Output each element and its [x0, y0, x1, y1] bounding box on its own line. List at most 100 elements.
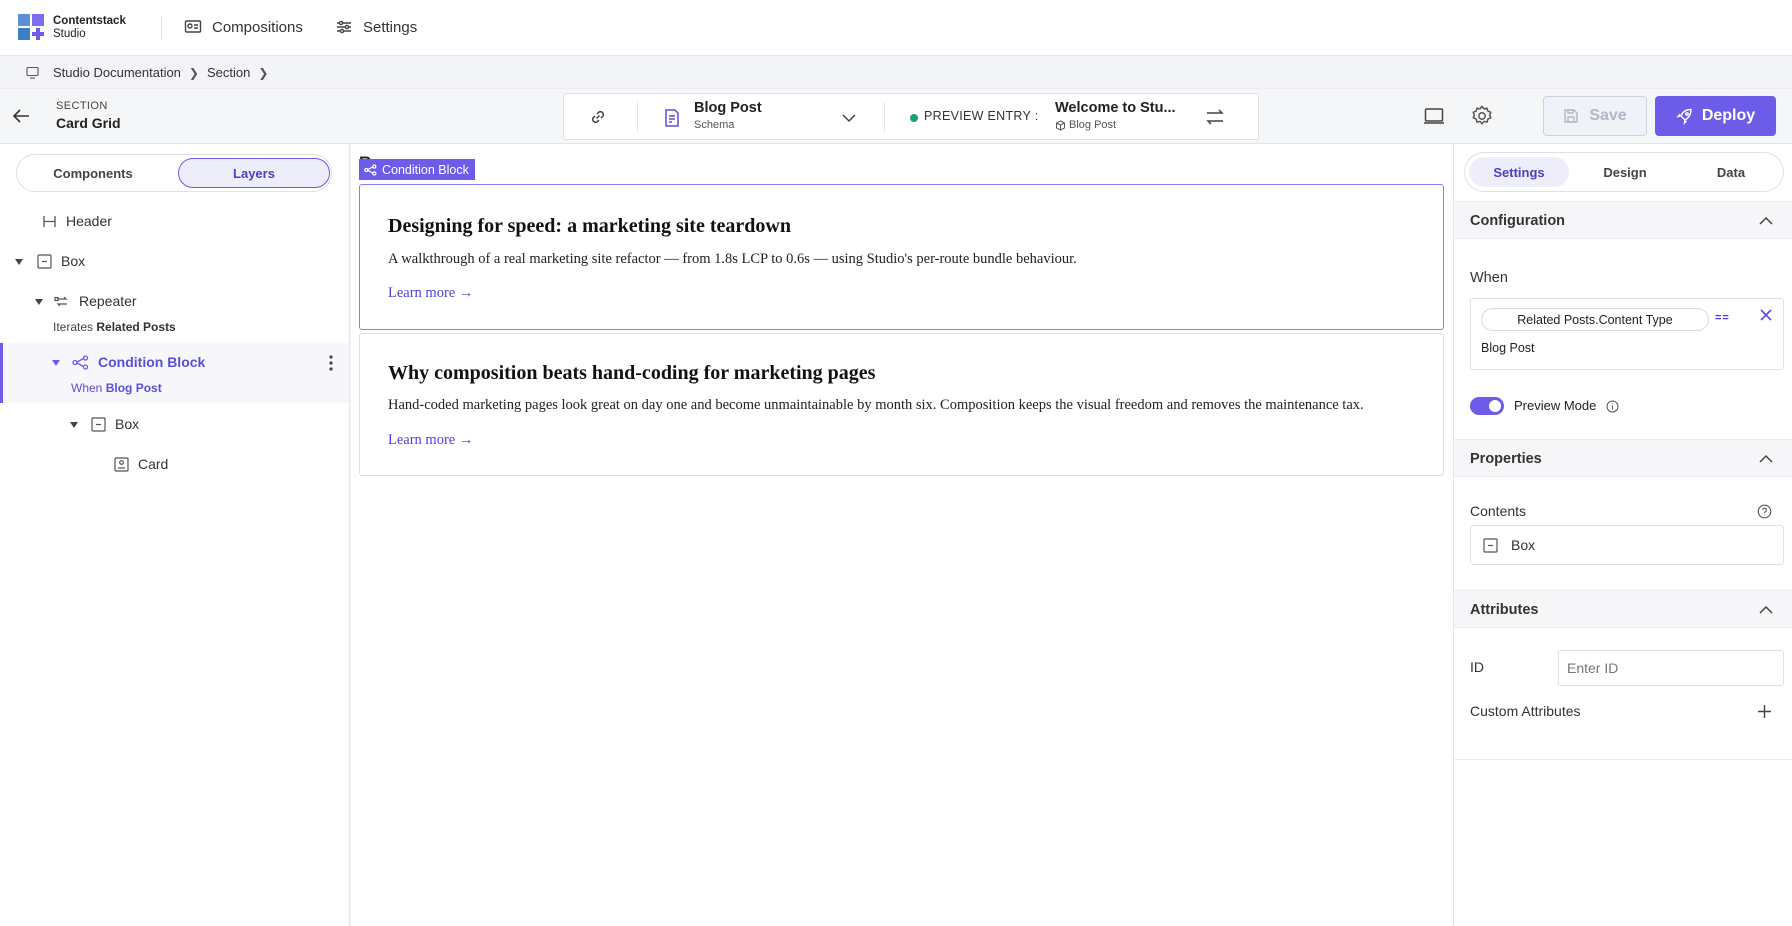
blog-card[interactable]: Designing for speed: a marketing site te… — [359, 184, 1444, 330]
nav-compositions[interactable]: Compositions — [184, 18, 303, 36]
tab-settings[interactable]: Settings — [1469, 157, 1569, 187]
chevron-right-icon: ❯ — [188, 65, 199, 80]
chevron-up-icon[interactable] — [1759, 454, 1773, 464]
divider — [637, 102, 638, 132]
breadcrumb-bar: Studio Documentation ❯ Section ❯ — [0, 56, 1792, 89]
breadcrumb: Studio Documentation ❯ Section ❯ — [26, 65, 268, 80]
tree-item-box[interactable]: Box — [37, 253, 85, 269]
swap-icon[interactable] — [1204, 106, 1226, 128]
card-body: A walkthrough of a real marketing site r… — [388, 251, 1077, 267]
expand-caret-icon[interactable] — [15, 259, 23, 265]
nav-label: Compositions — [212, 18, 303, 36]
condition-value[interactable]: Blog Post — [1481, 341, 1535, 355]
schema-icon — [665, 109, 679, 127]
breadcrumb-item[interactable]: Section — [207, 65, 250, 80]
contents-label: Contents — [1470, 503, 1527, 519]
condition-field[interactable]: Related Posts.Content Type — [1481, 308, 1709, 331]
tree-item-condition-block[interactable]: Condition Block — [72, 354, 205, 370]
preview-entry-title[interactable]: Welcome to Stu... — [1055, 100, 1176, 116]
expand-caret-icon[interactable] — [52, 360, 60, 366]
desktop-preview-icon[interactable] — [1423, 105, 1445, 127]
blog-card[interactable]: Why composition beats hand-coding for ma… — [359, 333, 1444, 476]
info-icon[interactable] — [1606, 400, 1619, 413]
id-input[interactable] — [1558, 650, 1784, 686]
link-icon[interactable] — [588, 107, 608, 127]
plus-icon[interactable] — [1757, 704, 1772, 719]
settings-panel: Settings Design Data Configuration When … — [1453, 144, 1792, 926]
chevron-up-icon[interactable] — [1759, 605, 1773, 615]
more-options-icon[interactable] — [326, 353, 336, 373]
divider — [884, 102, 885, 132]
preview-entry-label: PREVIEW ENTRY : — [924, 109, 1039, 123]
expand-caret-icon[interactable] — [70, 422, 78, 428]
repeater-subtitle: Iterates Related Posts — [53, 320, 176, 334]
card-body: Hand-coded marketing pages look great on… — [388, 397, 1364, 413]
nav-label: Settings — [363, 18, 418, 36]
sliders-icon — [337, 20, 351, 34]
tree-item-header[interactable]: Header — [42, 213, 112, 229]
schema-title[interactable]: Blog Post — [694, 100, 762, 116]
schema-preview-bar: Blog Post Schema PREVIEW ENTRY : Welcome… — [563, 93, 1259, 140]
deploy-button[interactable]: Deploy — [1655, 96, 1776, 136]
schema-subtitle: Schema — [694, 119, 735, 131]
properties-section-header[interactable]: Properties — [1454, 439, 1792, 477]
chevron-up-icon[interactable] — [1759, 216, 1773, 226]
attributes-section-header[interactable]: Attributes — [1454, 590, 1792, 628]
box-icon — [1483, 538, 1498, 553]
tree-item-selected-highlight — [0, 343, 349, 403]
tree-item-box[interactable]: Box — [91, 416, 139, 432]
configuration-section-header[interactable]: Configuration — [1454, 201, 1792, 239]
divider — [161, 16, 162, 40]
preview-mode-label: Preview Mode — [1514, 398, 1597, 413]
tab-layers[interactable]: Layers — [178, 158, 330, 188]
repeater-icon — [54, 296, 68, 306]
chevron-right-icon: ❯ — [258, 65, 269, 80]
condition-operator[interactable]: == — [1715, 312, 1730, 324]
gear-icon[interactable] — [1470, 104, 1494, 128]
studio-icon — [26, 66, 39, 79]
contentstack-logo[interactable] — [18, 14, 46, 42]
save-button[interactable]: Save — [1543, 96, 1647, 136]
preview-mode-toggle[interactable] — [1470, 397, 1504, 415]
box-icon — [37, 253, 52, 269]
condition-rule: Related Posts.Content Type == Blog Post — [1470, 298, 1784, 370]
card-icon — [114, 456, 129, 472]
expand-caret-icon[interactable] — [35, 299, 43, 305]
status-dot — [910, 114, 918, 122]
layers-panel: Components Layers Header Box Repeater It… — [0, 144, 350, 926]
condition-block-tag[interactable]: Condition Block — [359, 159, 475, 180]
back-arrow-icon[interactable] — [10, 105, 32, 127]
box-icon — [91, 416, 106, 432]
card-title: Designing for speed: a marketing site te… — [388, 215, 791, 237]
custom-attributes-label: Custom Attributes — [1470, 703, 1581, 719]
condition-icon — [364, 163, 377, 176]
header-icon — [43, 215, 56, 227]
close-icon[interactable] — [1759, 308, 1773, 322]
save-icon — [1564, 109, 1579, 123]
tab-design[interactable]: Design — [1575, 157, 1675, 187]
tree-item-repeater[interactable]: Repeater — [54, 293, 137, 309]
tab-data[interactable]: Data — [1681, 157, 1781, 187]
cube-icon — [1056, 119, 1065, 131]
learn-more-link[interactable]: Learn more → — [388, 285, 473, 302]
panel-tabs: Settings Design Data — [1464, 152, 1784, 192]
rocket-icon — [1676, 108, 1692, 125]
breadcrumb-item[interactable]: Studio Documentation — [53, 65, 181, 80]
learn-more-link[interactable]: Learn more → — [388, 432, 473, 449]
tree-item-card[interactable]: Card — [114, 456, 168, 472]
condition-icon — [72, 354, 89, 370]
contents-item[interactable]: Box — [1470, 525, 1784, 565]
condition-subtitle: When Blog Post — [71, 381, 162, 395]
tab-components[interactable]: Components — [21, 158, 165, 188]
when-label: When — [1470, 270, 1508, 286]
preview-entry-type: Blog Post — [1055, 119, 1116, 131]
section-kicker: SECTION — [56, 100, 108, 112]
brand-name: Contentstack Studio — [53, 15, 126, 40]
nav-settings[interactable]: Settings — [335, 18, 417, 36]
top-bar: Contentstack Studio Compositions Settings — [0, 0, 1792, 56]
chevron-down-icon[interactable] — [841, 110, 857, 126]
compositions-icon — [184, 20, 202, 33]
panel-empty-area — [1454, 759, 1792, 926]
card-title: Why composition beats hand-coding for ma… — [388, 362, 876, 384]
help-icon[interactable] — [1757, 504, 1772, 519]
